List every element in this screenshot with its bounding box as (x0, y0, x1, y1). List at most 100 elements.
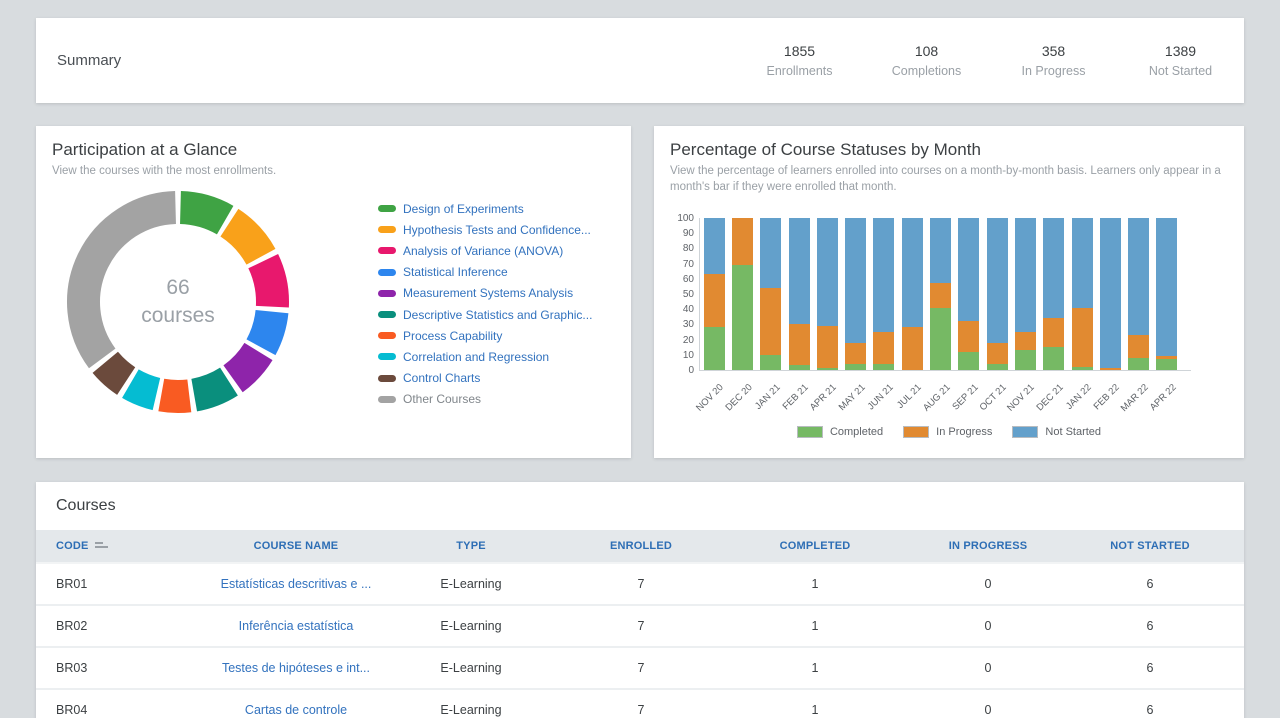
stacked-bar[interactable] (930, 218, 951, 370)
bar-segment-completed[interactable] (704, 327, 725, 370)
bar-legend-item[interactable]: In Progress (903, 426, 992, 438)
donut-segment[interactable] (161, 395, 189, 396)
column-header[interactable]: COMPLETED (746, 540, 884, 552)
bar-segment-completed[interactable] (845, 364, 866, 370)
stacked-bar[interactable] (958, 218, 979, 370)
bar-segment-not-started[interactable] (1015, 218, 1036, 332)
bar-segment-not-started[interactable] (1043, 218, 1064, 318)
bar-segment-in-progress[interactable] (1072, 308, 1093, 367)
bar-segment-in-progress[interactable] (845, 343, 866, 364)
bar-segment-in-progress[interactable] (1043, 318, 1064, 347)
donut-legend-item[interactable]: Control Charts (378, 368, 592, 389)
stacked-bar[interactable] (1100, 218, 1121, 370)
bar-segment-not-started[interactable] (1128, 218, 1149, 335)
bar-segment-completed[interactable] (1072, 367, 1093, 370)
bar-segment-in-progress[interactable] (902, 327, 923, 370)
stacked-bar[interactable] (987, 218, 1008, 370)
column-header-code[interactable]: CODE (36, 540, 186, 552)
bar-segment-in-progress[interactable] (987, 343, 1008, 364)
bar-segment-not-started[interactable] (1100, 218, 1121, 368)
course-name-link[interactable]: Cartas de controle (186, 703, 406, 717)
donut-legend-item[interactable]: Correlation and Regression (378, 346, 592, 367)
stacked-bar[interactable] (1156, 218, 1177, 370)
bar-segment-in-progress[interactable] (1100, 368, 1121, 370)
stacked-bar[interactable] (817, 218, 838, 370)
bar-segment-completed[interactable] (1156, 359, 1177, 370)
stacked-bar[interactable] (845, 218, 866, 370)
donut-legend-item[interactable]: Measurement Systems Analysis (378, 283, 592, 304)
bar-legend-item[interactable]: Completed (797, 426, 883, 438)
donut-legend-item[interactable]: Process Capability (378, 325, 592, 346)
donut-segment[interactable] (105, 362, 126, 381)
bar-segment-completed[interactable] (732, 265, 753, 370)
bar-segment-completed[interactable] (987, 364, 1008, 370)
bar-legend-item[interactable]: Not Started (1012, 426, 1101, 438)
bar-segment-in-progress[interactable] (1015, 332, 1036, 350)
donut-segment[interactable] (261, 312, 272, 348)
donut-segment[interactable] (194, 382, 229, 396)
donut-segment[interactable] (263, 261, 272, 307)
bar-segment-in-progress[interactable] (958, 321, 979, 351)
bar-column (700, 218, 728, 370)
bar-segment-not-started[interactable] (845, 218, 866, 343)
column-header[interactable]: ENROLLED (536, 540, 746, 552)
donut-legend-item[interactable]: Other Courses (378, 389, 592, 410)
course-name-link[interactable]: Estatísticas descritivas e ... (186, 577, 406, 591)
bar-segment-not-started[interactable] (789, 218, 810, 324)
bar-segment-not-started[interactable] (704, 218, 725, 274)
stacked-bar[interactable] (732, 218, 753, 370)
bar-segment-in-progress[interactable] (930, 283, 951, 307)
bar-segment-completed[interactable] (930, 308, 951, 370)
bar-segment-completed[interactable] (1043, 347, 1064, 370)
column-header[interactable]: NOT STARTED (1092, 540, 1208, 552)
bar-segment-completed[interactable] (817, 368, 838, 370)
stacked-bar[interactable] (1072, 218, 1093, 370)
bar-segment-not-started[interactable] (1072, 218, 1093, 308)
stacked-bar[interactable] (789, 218, 810, 370)
bar-segment-not-started[interactable] (902, 218, 923, 327)
donut-legend-item[interactable]: Descriptive Statistics and Graphic... (378, 304, 592, 325)
column-header[interactable]: IN PROGRESS (884, 540, 1092, 552)
donut-legend-item[interactable]: Design of Experiments (378, 198, 592, 219)
bar-segment-completed[interactable] (1128, 358, 1149, 370)
stacked-bar[interactable] (760, 218, 781, 370)
bar-segment-in-progress[interactable] (1128, 335, 1149, 358)
bar-segment-completed[interactable] (958, 352, 979, 370)
bar-segment-not-started[interactable] (873, 218, 894, 332)
bar-segment-in-progress[interactable] (817, 326, 838, 369)
bar-segment-not-started[interactable] (987, 218, 1008, 343)
column-header[interactable]: TYPE (406, 540, 536, 552)
donut-legend-item[interactable]: Statistical Inference (378, 262, 592, 283)
donut-segment[interactable] (229, 223, 261, 257)
bar-segment-completed[interactable] (760, 355, 781, 370)
bar-segment-not-started[interactable] (760, 218, 781, 288)
stacked-bar[interactable] (704, 218, 725, 370)
bar-segment-completed[interactable] (1015, 350, 1036, 370)
donut-legend-item[interactable]: Hypothesis Tests and Confidence... (378, 219, 592, 240)
column-header[interactable]: COURSE NAME (186, 540, 406, 552)
stacked-bar[interactable] (902, 218, 923, 370)
course-name-link[interactable]: Testes de hipóteses e int... (186, 661, 406, 675)
bar-segment-in-progress[interactable] (789, 324, 810, 365)
donut-segment[interactable] (130, 384, 156, 394)
donut-segment[interactable] (180, 208, 225, 221)
bar-segment-in-progress[interactable] (732, 218, 753, 265)
bar-segment-not-started[interactable] (817, 218, 838, 326)
stacked-bar[interactable] (873, 218, 894, 370)
bar-segment-not-started[interactable] (958, 218, 979, 321)
donut-segment[interactable] (233, 352, 258, 379)
stacked-bar[interactable] (1128, 218, 1149, 370)
bar-segment-in-progress[interactable] (704, 274, 725, 327)
bar-segment-completed[interactable] (873, 364, 894, 370)
stacked-bar[interactable] (1043, 218, 1064, 370)
bar-column (1040, 218, 1068, 370)
bar-segment-not-started[interactable] (930, 218, 951, 283)
bar-segment-not-started[interactable] (1156, 218, 1177, 356)
course-name-link[interactable]: Inferência estatística (186, 619, 406, 633)
donut-segment[interactable] (84, 208, 176, 359)
donut-legend-item[interactable]: Analysis of Variance (ANOVA) (378, 240, 592, 261)
bar-segment-in-progress[interactable] (873, 332, 894, 364)
stacked-bar[interactable] (1015, 218, 1036, 370)
bar-segment-in-progress[interactable] (760, 288, 781, 355)
bar-segment-completed[interactable] (789, 365, 810, 370)
